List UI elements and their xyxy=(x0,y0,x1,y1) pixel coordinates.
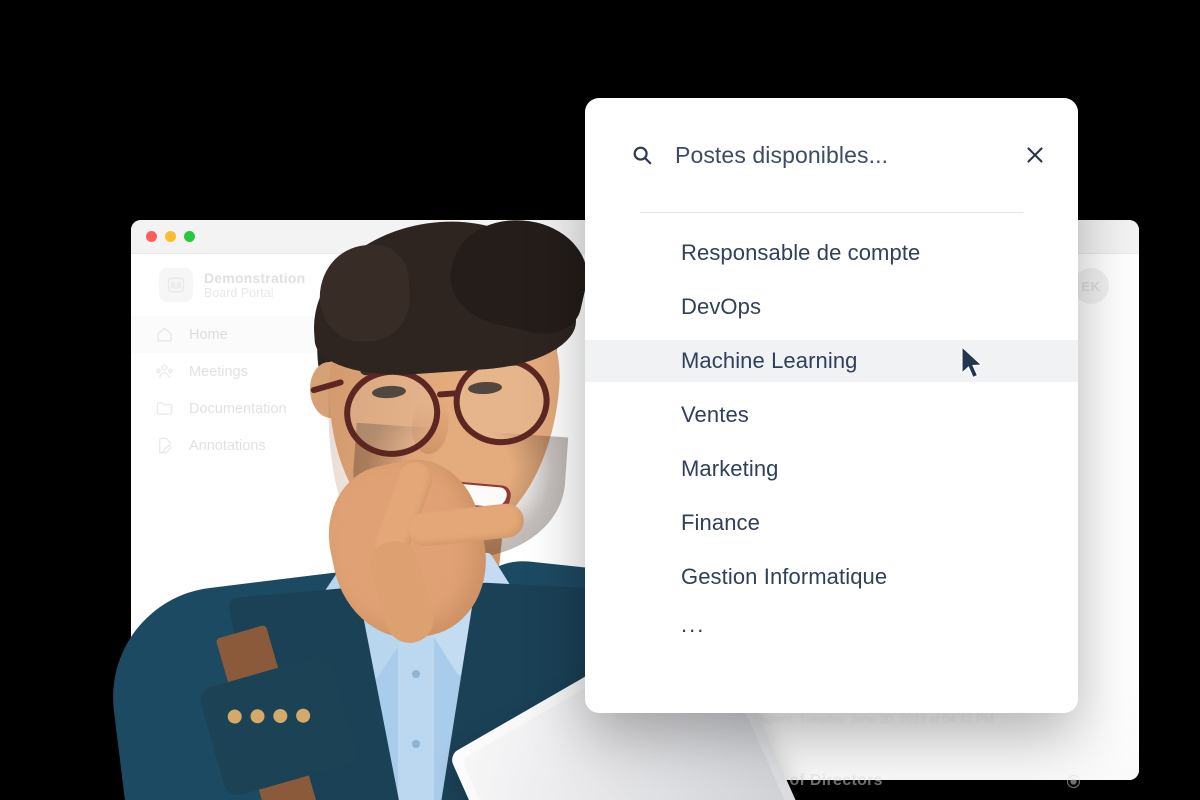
option-label: Ventes xyxy=(681,402,749,427)
job-options-list: Responsable de compte DevOps Machine Lea… xyxy=(585,232,1078,640)
list-item[interactable]: Ventes xyxy=(585,394,1078,436)
option-label: Responsable de compte xyxy=(681,240,921,265)
list-item[interactable]: Responsable de compte xyxy=(585,232,1078,274)
job-search-modal: Responsable de compte DevOps Machine Lea… xyxy=(585,98,1078,713)
list-item[interactable]: Gestion Informatique xyxy=(585,556,1078,598)
close-icon[interactable] xyxy=(1022,142,1048,168)
search-input[interactable] xyxy=(675,141,1022,169)
option-label: Gestion Informatique xyxy=(681,564,888,589)
radio-circle-icon[interactable] xyxy=(1066,774,1081,789)
search-icon xyxy=(631,144,653,166)
screenshot-stage: Demonstration Board Portal Search EK xyxy=(0,0,1200,800)
option-label: Finance xyxy=(681,510,760,535)
list-item-selected[interactable]: Machine Learning xyxy=(585,340,1078,382)
option-label: Marketing xyxy=(681,456,779,481)
list-item[interactable]: Marketing xyxy=(585,448,1078,490)
modal-divider xyxy=(640,212,1023,213)
modal-header xyxy=(585,98,1078,212)
overflow-indicator: ... xyxy=(681,612,706,637)
mouse-pointer-icon xyxy=(960,345,986,380)
avatar[interactable]: EK xyxy=(1073,268,1109,304)
option-label: Machine Learning xyxy=(681,348,858,373)
list-item[interactable]: DevOps xyxy=(585,286,1078,328)
list-item[interactable]: Finance xyxy=(585,502,1078,544)
option-label: DevOps xyxy=(681,294,762,319)
